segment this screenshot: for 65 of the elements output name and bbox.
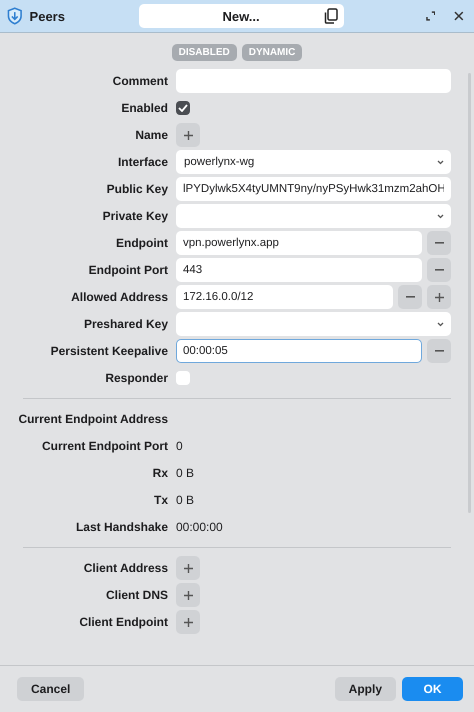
minus-icon xyxy=(406,296,414,298)
minus-icon xyxy=(434,242,444,244)
add-button[interactable] xyxy=(427,285,451,309)
remove-button[interactable] xyxy=(427,258,451,282)
field-label: Preshared Key xyxy=(82,317,168,331)
field-value: 0 B xyxy=(176,493,194,507)
field-label: Comment xyxy=(112,74,168,88)
field-value: 00:00:00 xyxy=(176,520,223,534)
field-label: Name xyxy=(134,128,168,142)
text-field[interactable]: 00:00:05 xyxy=(176,339,422,363)
chevron-down-icon xyxy=(437,214,444,218)
remove-button[interactable] xyxy=(427,231,451,255)
remove-button[interactable] xyxy=(398,285,422,309)
field-label: Persistent Keepalive xyxy=(50,344,168,358)
document-title-field: New... xyxy=(138,4,344,28)
field-label: Private Key xyxy=(102,209,168,223)
field-label: Client DNS xyxy=(104,588,168,602)
add-button[interactable] xyxy=(176,610,200,634)
field-label: Tx xyxy=(152,493,168,507)
text-field[interactable] xyxy=(176,69,451,93)
field-label: Client Address xyxy=(82,561,168,575)
text-field[interactable]: 172.16.0.0/12 xyxy=(176,285,393,309)
text-field[interactable]: vpn.powerlynx.app xyxy=(176,231,422,255)
copy-icon[interactable] xyxy=(324,8,338,24)
field-label: Rx xyxy=(152,466,168,480)
minus-icon xyxy=(434,350,444,352)
field-value: 0 xyxy=(176,439,183,453)
checkbox[interactable] xyxy=(176,101,190,115)
field-label: Public Key xyxy=(106,182,168,196)
close-icon[interactable] xyxy=(454,11,464,21)
field-label: Allowed Address xyxy=(70,290,168,304)
field-label: Responder xyxy=(104,371,168,385)
dropdown-field[interactable] xyxy=(176,204,451,228)
plus-icon xyxy=(434,292,444,302)
cancel-button[interactable]: Cancel xyxy=(17,677,84,701)
checkbox[interactable] xyxy=(176,371,190,385)
status-badge: DISABLED xyxy=(172,44,237,61)
plus-icon xyxy=(184,130,192,140)
dropdown-field[interactable]: powerlynx-wg xyxy=(176,150,451,174)
chevron-down-icon xyxy=(437,322,444,326)
plus-icon xyxy=(184,590,192,600)
apply-button[interactable]: Apply xyxy=(334,677,396,701)
remove-button[interactable] xyxy=(427,339,451,363)
add-button[interactable] xyxy=(176,556,200,580)
status-badge: DYNAMIC xyxy=(242,44,302,61)
window-title: Peers xyxy=(30,8,66,24)
field-label: Client Endpoint xyxy=(78,615,168,629)
field-label: Interface xyxy=(116,155,168,169)
plus-icon xyxy=(184,618,192,626)
text-field[interactable]: 443 xyxy=(176,258,422,282)
field-label: Current Endpoint Address xyxy=(17,412,168,426)
field-label: Current Endpoint Port xyxy=(41,439,168,453)
field-label: Enabled xyxy=(120,101,168,115)
restore-icon[interactable] xyxy=(426,11,436,21)
field-label: Endpoint xyxy=(115,236,168,250)
field-label: Last Handshake xyxy=(74,520,168,534)
field-value: 0 B xyxy=(176,466,194,480)
add-button[interactable] xyxy=(176,583,200,607)
add-button[interactable] xyxy=(176,123,200,147)
plus-icon xyxy=(184,564,192,572)
dropdown-field[interactable] xyxy=(176,312,451,336)
shield-icon xyxy=(7,7,23,25)
minus-icon xyxy=(434,269,444,271)
chevron-down-icon xyxy=(437,160,444,164)
field-label: Endpoint Port xyxy=(88,263,168,277)
